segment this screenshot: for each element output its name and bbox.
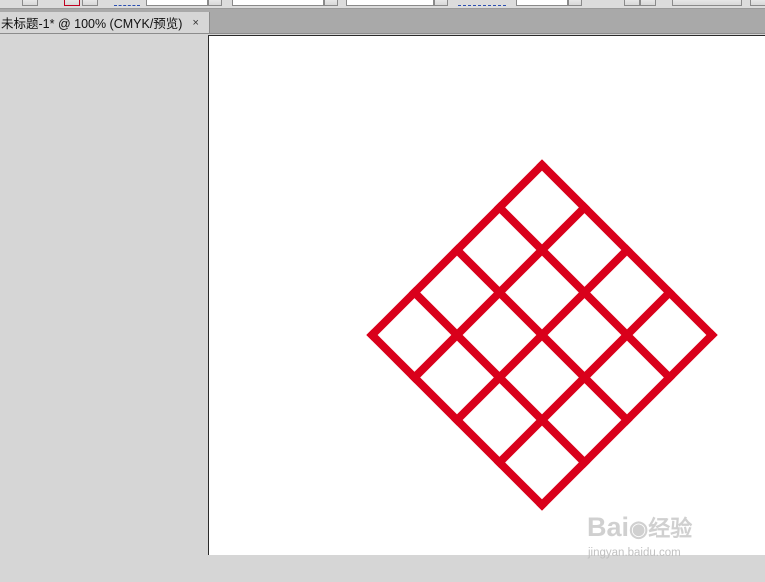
control-bar (0, 0, 765, 9)
stroke-weight-dropdown[interactable] (208, 0, 222, 6)
document-tab-title: 未标题-1* @ 100% (CMYK/预览) (1, 17, 183, 31)
fill-dropdown-button[interactable] (82, 0, 98, 6)
stroke-weight-field[interactable] (146, 0, 208, 6)
stroke-color-button[interactable] (22, 0, 38, 6)
rotated-grid-artwork[interactable] (209, 36, 765, 556)
preferences-button[interactable] (750, 0, 765, 6)
fill-color-button[interactable] (64, 0, 80, 6)
variable-width-field[interactable] (232, 0, 324, 6)
stroke-label-link[interactable] (114, 3, 140, 6)
variable-width-dropdown[interactable] (324, 0, 338, 6)
style-swatch-button[interactable] (624, 0, 640, 6)
brush-dropdown[interactable] (434, 0, 448, 6)
style-dropdown[interactable] (640, 0, 656, 6)
document-tab[interactable]: 未标题-1* @ 100% (CMYK/预览) × (0, 12, 210, 33)
opacity-field[interactable] (516, 0, 568, 6)
document-setup-button[interactable] (672, 0, 742, 6)
document-tab-bar: 未标题-1* @ 100% (CMYK/预览) × (0, 9, 765, 34)
opacity-dropdown[interactable] (568, 0, 582, 6)
brush-field[interactable] (346, 0, 434, 6)
close-icon[interactable]: × (192, 17, 198, 29)
artboard[interactable] (208, 35, 765, 555)
opacity-label-link[interactable] (458, 3, 506, 6)
